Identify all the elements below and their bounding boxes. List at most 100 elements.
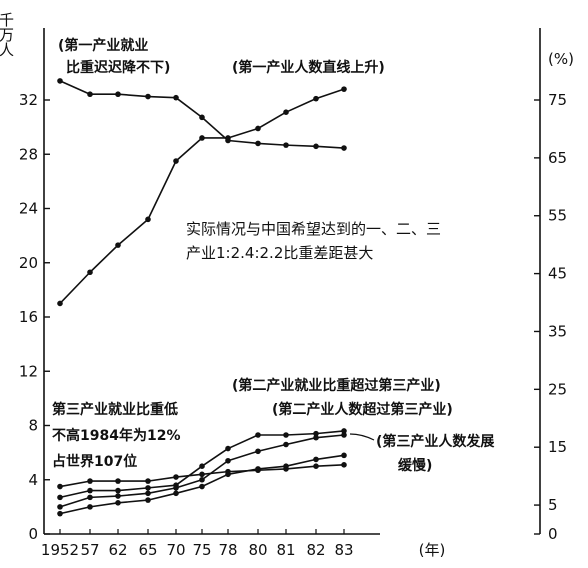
data-point — [115, 242, 121, 248]
anno-primary-number-rises: (第一产业人数直线上升) — [232, 59, 385, 76]
data-point — [87, 91, 93, 98]
data-point — [199, 463, 205, 469]
right-tick-label: 75 — [548, 91, 567, 109]
data-point — [57, 510, 63, 517]
data-point — [255, 140, 261, 147]
data-point — [225, 471, 231, 478]
anno-center-note-1: 实际情况与中国希望达到的一、二、三 — [186, 220, 441, 238]
data-point — [283, 142, 289, 148]
data-point — [255, 125, 261, 132]
x-tick-label: 81 — [276, 541, 295, 559]
right-tick-label: 35 — [548, 322, 567, 340]
x-tick-label: 75 — [192, 541, 211, 559]
data-point — [199, 483, 205, 490]
right-axis-unit: (%) — [548, 50, 574, 68]
data-point — [199, 114, 205, 121]
data-point — [283, 109, 289, 116]
data-point — [341, 145, 347, 151]
data-point — [145, 485, 151, 491]
data-point — [341, 86, 347, 92]
data-point — [57, 78, 63, 84]
anno-tertiary-share-slow-1: 第三产业就业比重低 — [52, 401, 178, 418]
x-tick-label: (年) — [419, 541, 446, 559]
left-tick-label: 0 — [28, 525, 38, 543]
data-point — [283, 432, 289, 438]
data-point — [115, 91, 121, 98]
data-point — [173, 158, 179, 164]
data-point — [173, 474, 179, 480]
series-layer — [57, 78, 347, 517]
data-point — [87, 487, 93, 494]
annotations: (第一产业就业 比重迟迟降不下) (第一产业人数直线上升) 实际情况与中国希望达… — [52, 37, 494, 474]
data-point — [255, 432, 261, 438]
right-tick-label: 5 — [548, 496, 558, 514]
data-point — [57, 494, 63, 501]
data-point — [341, 452, 347, 459]
data-point — [115, 478, 121, 484]
anno-tertiary-number-slow-1: (第三产业人数发展 — [376, 433, 494, 450]
data-point — [225, 137, 231, 144]
anno-primary-share-slow-1: (第一产业就业 — [58, 37, 148, 54]
left-axis-ticks: 0 4 8 12 16 20 24 28 32 — [19, 91, 50, 543]
x-tick-label: 80 — [248, 541, 267, 559]
right-tick-label: 15 — [548, 438, 567, 456]
right-tick-label: 45 — [548, 265, 567, 283]
data-point — [173, 485, 179, 491]
left-tick-label: 24 — [19, 200, 38, 218]
right-tick-label: 25 — [548, 380, 567, 398]
data-point — [87, 478, 93, 484]
data-point — [313, 95, 319, 102]
anno-secondary-share-exceeds: (第二产业就业比重超过第三产业) — [232, 377, 441, 394]
anno-tertiary-share-slow-3: 占世界107位 — [52, 453, 137, 470]
data-point — [283, 441, 289, 448]
data-point — [115, 487, 121, 494]
left-tick-label: 4 — [28, 471, 38, 489]
x-tick-label: 83 — [334, 541, 353, 559]
left-tick-label: 28 — [19, 145, 38, 163]
data-point — [145, 490, 151, 497]
data-point — [87, 504, 93, 510]
data-point — [145, 497, 151, 503]
data-point — [283, 463, 289, 469]
x-tick-label: 62 — [108, 541, 127, 559]
data-point — [199, 471, 205, 478]
data-point — [87, 269, 93, 276]
data-point — [199, 476, 205, 483]
series-line — [59, 88, 345, 304]
data-point — [313, 456, 319, 463]
anno-secondary-number-exceeds: (第二产业人数超过第三产业) — [272, 401, 453, 418]
x-tick-label: 65 — [138, 541, 157, 559]
leader-line-tertiary-number — [349, 433, 375, 441]
anno-tertiary-number-slow-2: 缓慢) — [398, 457, 432, 474]
x-tick-label: 70 — [166, 541, 185, 559]
right-tick-label: 65 — [548, 149, 567, 167]
data-point — [145, 93, 151, 100]
right-tick-label: 55 — [548, 207, 567, 225]
left-tick-label: 12 — [19, 362, 38, 380]
anno-center-note-2: 产业1:2.4:2.2比重差距甚大 — [186, 244, 373, 262]
data-point — [145, 216, 151, 223]
data-point — [255, 466, 261, 472]
employment-structure-chart: 0 4 8 12 16 20 24 28 32 0 5 15 25 35 45 55 65 75 1952 57 6… — [0, 12, 574, 559]
left-axis-unit: 千万人 — [0, 12, 15, 57]
data-point — [57, 483, 63, 490]
data-point — [115, 500, 121, 506]
data-point — [225, 445, 231, 452]
data-point — [145, 478, 151, 484]
data-point — [199, 135, 205, 141]
data-point — [341, 432, 347, 438]
data-point — [313, 434, 319, 441]
data-point — [87, 494, 93, 501]
anno-tertiary-share-slow-2: 不高1984年为12% — [52, 427, 180, 444]
x-tick-label: 57 — [80, 541, 99, 559]
anno-primary-share-slow-2: 比重迟迟降不下) — [66, 59, 170, 76]
data-point — [57, 300, 63, 307]
data-point — [57, 504, 63, 510]
right-tick-label: 0 — [548, 525, 558, 543]
left-tick-label: 8 — [28, 417, 38, 435]
x-tick-label: 82 — [306, 541, 325, 559]
x-tick-label: 78 — [218, 541, 237, 559]
left-tick-label: 20 — [19, 254, 38, 272]
left-tick-label: 32 — [19, 91, 38, 109]
data-point — [341, 462, 347, 468]
